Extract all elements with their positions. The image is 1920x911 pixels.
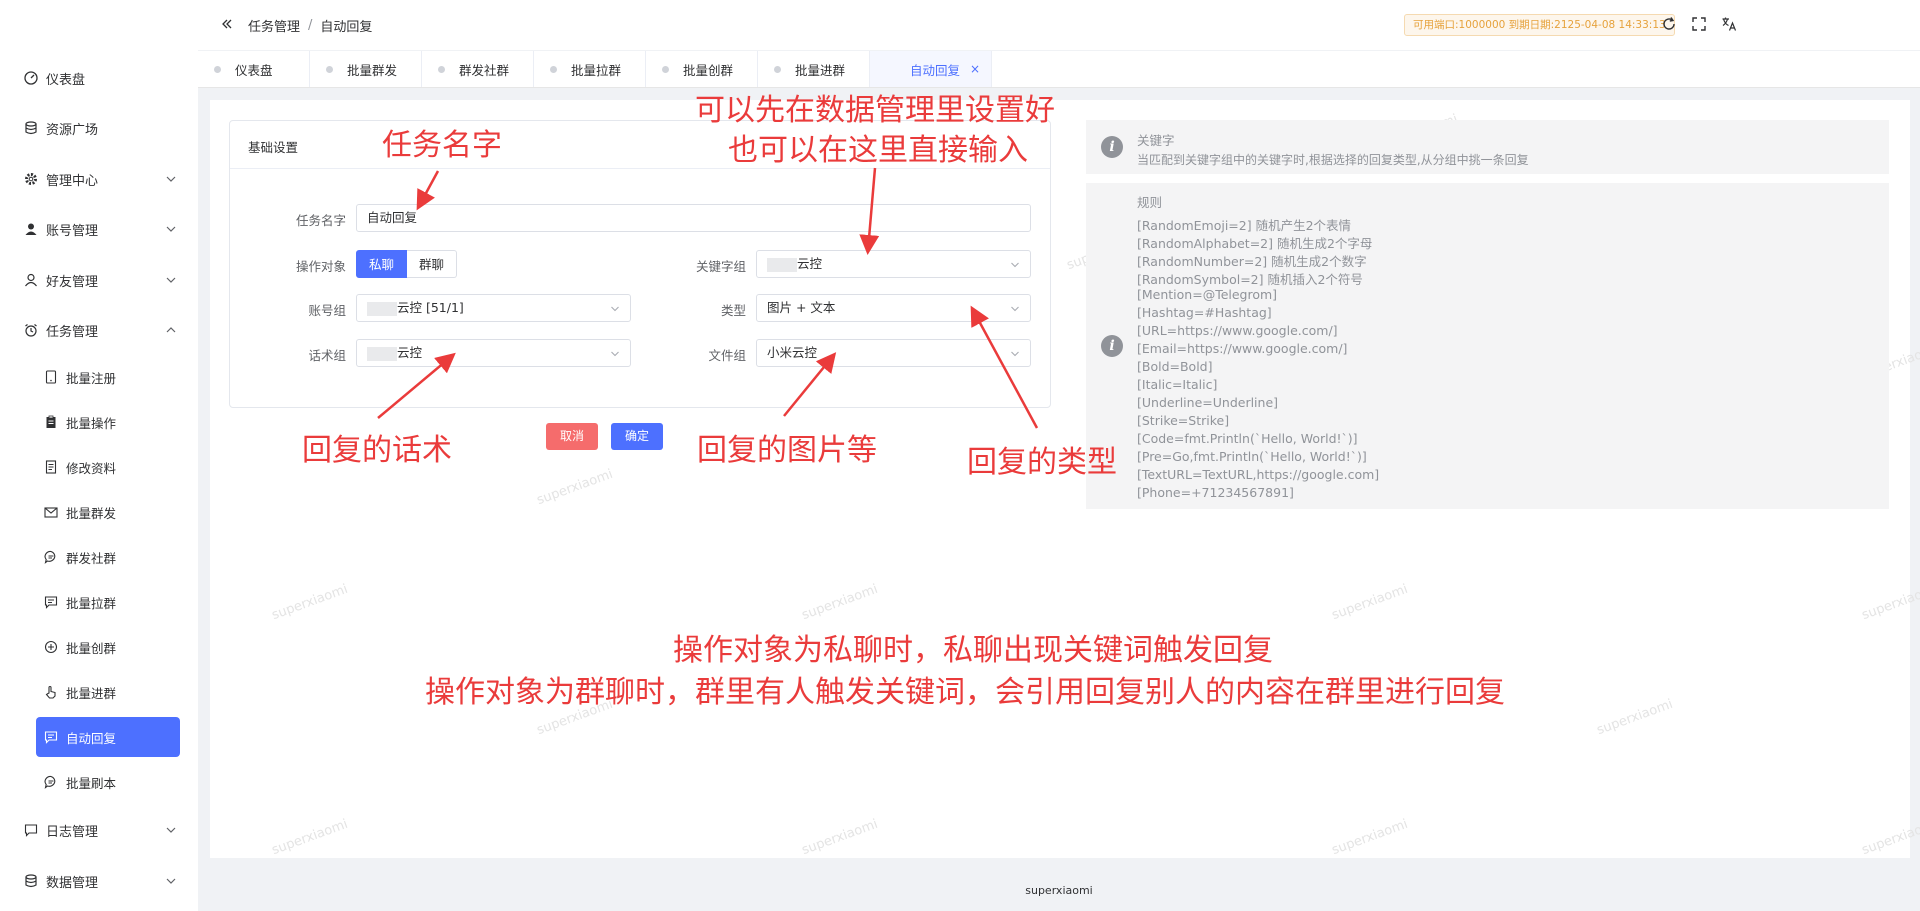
arrow-task-name	[416, 170, 440, 211]
footer: superxiaomi	[1025, 884, 1093, 897]
arrow-script-group	[377, 352, 456, 419]
arrow-type	[970, 305, 1039, 429]
arrow-keyword-group	[859, 167, 880, 255]
arrow-file-group	[783, 352, 837, 417]
annotation-arrows	[377, 167, 1039, 429]
